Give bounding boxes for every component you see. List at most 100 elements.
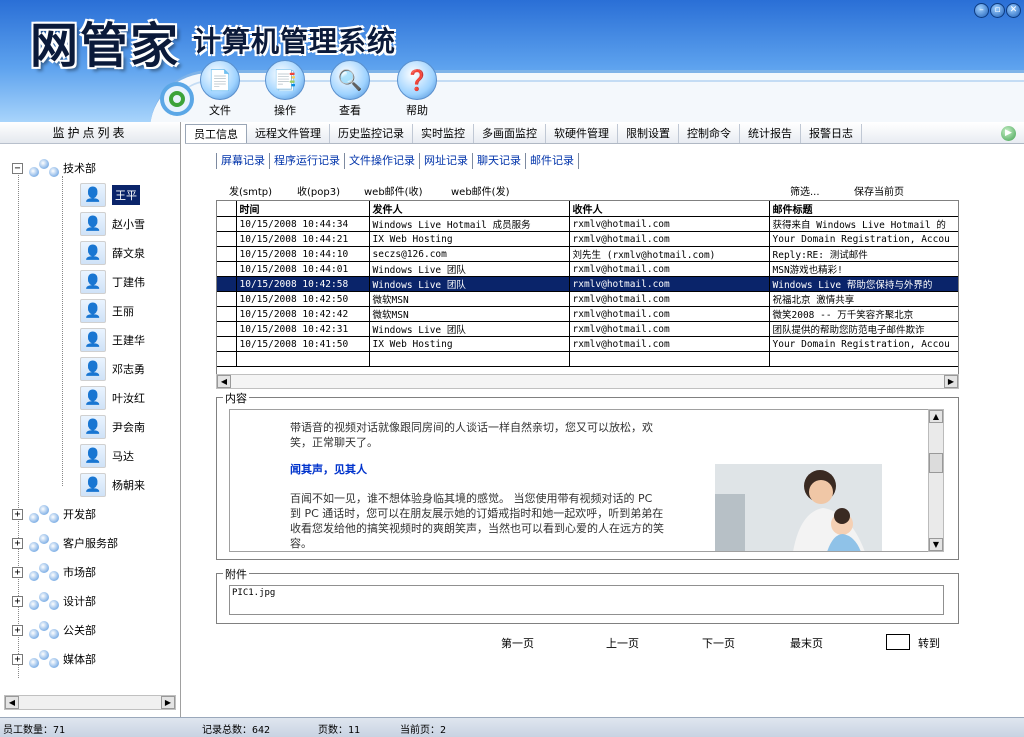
operate-button[interactable]: 📑 操作 <box>260 60 310 118</box>
scroll-left-icon[interactable]: ◀ <box>217 375 231 388</box>
table-row[interactable]: 10/15/2008 10:41:50 IX Web Hosting rxmlv@h… <box>217 336 958 352</box>
scroll-down-icon[interactable]: ▼ <box>929 538 943 551</box>
tree-member[interactable]: 👤 薛文泉 <box>80 241 145 265</box>
tab-realtime[interactable]: 实时监控 <box>413 123 474 143</box>
tree-group-tech[interactable]: − 技术部 <box>12 156 96 180</box>
tree-horizontal-scrollbar[interactable]: ◀ ▶ <box>4 695 176 710</box>
subtab-file-ops[interactable]: 文件操作记录 <box>344 153 419 169</box>
table-horizontal-scrollbar[interactable]: ◀ ▶ <box>216 374 959 389</box>
app-header: 网管家 计算机管理系统 – ▫ ✕ 📄 文件 📑 操作 🔍 查看 ❓ 帮助 <box>0 0 1024 122</box>
mail-pop3-link[interactable]: 收(pop3) <box>297 183 340 198</box>
subtab-program[interactable]: 程序运行记录 <box>269 153 344 169</box>
tree-member[interactable]: 👤 王平 <box>80 183 140 207</box>
column-header-sender[interactable]: 发件人 <box>369 201 570 217</box>
tree-group[interactable]: + 媒体部 <box>12 647 96 671</box>
tree-member[interactable]: 👤 马达 <box>80 444 134 468</box>
table-row[interactable]: 10/15/2008 10:44:21 IX Web Hosting rxmlv@h… <box>217 231 958 247</box>
attachment-legend: 附件 <box>223 566 249 582</box>
tree-member[interactable]: 👤 邓志勇 <box>80 357 145 381</box>
scroll-up-icon[interactable]: ▲ <box>929 410 943 423</box>
expand-icon[interactable]: + <box>12 595 23 607</box>
expand-icon[interactable]: + <box>12 624 23 636</box>
tab-statistics[interactable]: 统计报告 <box>740 123 801 143</box>
file-button[interactable]: 📄 文件 <box>195 60 245 118</box>
page-number-input[interactable] <box>886 634 910 650</box>
empty-cell <box>217 351 237 367</box>
next-page-button[interactable]: 下一页 <box>702 635 735 651</box>
tree-group[interactable]: + 开发部 <box>12 502 96 526</box>
operate-button-label: 操作 <box>274 104 296 117</box>
last-page-button[interactable]: 最末页 <box>790 635 823 651</box>
close-icon[interactable]: ✕ <box>1006 3 1021 18</box>
first-page-button[interactable]: 第一页 <box>501 635 534 651</box>
tree-group[interactable]: + 设计部 <box>12 589 96 613</box>
collapse-icon[interactable]: − <box>12 162 23 174</box>
scroll-left-icon[interactable]: ◀ <box>5 696 19 709</box>
save-page-button[interactable]: 保存当前页 <box>854 183 904 198</box>
scroll-right-icon[interactable]: ▶ <box>161 696 175 709</box>
webmail-recv-link[interactable]: web邮件(收) <box>364 183 422 198</box>
expand-icon[interactable]: + <box>12 508 23 520</box>
mail-smtp-link[interactable]: 发(smtp) <box>229 183 272 198</box>
tree-group[interactable]: + 市场部 <box>12 560 96 584</box>
expand-icon[interactable]: + <box>12 566 23 578</box>
tree-member[interactable]: 👤 赵小雪 <box>80 212 145 236</box>
tab-employee-info[interactable]: 员工信息 <box>185 123 247 143</box>
expand-icon[interactable]: + <box>12 537 23 549</box>
table-row[interactable]: 10/15/2008 10:42:58 Windows Live 团队 rxmlv@… <box>217 276 958 292</box>
cell-subject: Reply:RE: 测试邮件 <box>769 246 958 262</box>
table-row[interactable]: 10/15/2008 10:44:01 Windows Live 团队 rxmlv@… <box>217 261 958 277</box>
tree-member[interactable]: 👤 王建华 <box>80 328 145 352</box>
row-header-cell <box>217 261 237 277</box>
expand-icon[interactable]: + <box>12 653 23 665</box>
tab-software-hardware[interactable]: 软硬件管理 <box>546 123 618 143</box>
cell-time: 10/15/2008 10:44:21 <box>236 231 370 247</box>
tree-member[interactable]: 👤 叶汝红 <box>80 386 145 410</box>
tab-multi-screen[interactable]: 多画面监控 <box>474 123 546 143</box>
prev-page-button[interactable]: 上一页 <box>606 635 639 651</box>
table-row[interactable]: 10/15/2008 10:42:50 微软MSN rxmlv@hotmail.co… <box>217 291 958 307</box>
column-header-recipient[interactable]: 收件人 <box>569 201 770 217</box>
tree-member-label: 薛文泉 <box>112 247 145 260</box>
subtab-screen[interactable]: 屏幕记录 <box>216 153 269 169</box>
row-header-cell <box>217 231 237 247</box>
goto-button[interactable]: 转到 <box>918 635 940 651</box>
subtab-url[interactable]: 网址记录 <box>419 153 472 169</box>
scroll-right-icon[interactable]: ▶ <box>944 375 958 388</box>
tree-group-label: 媒体部 <box>63 653 96 666</box>
tabs-next-icon[interactable]: ▶ <box>1001 126 1016 141</box>
tree-group[interactable]: + 客户服务部 <box>12 531 118 555</box>
restore-icon[interactable]: ▫ <box>990 3 1005 18</box>
subtab-chat[interactable]: 聊天记录 <box>472 153 525 169</box>
content-vertical-scrollbar[interactable]: ▲ ▼ <box>928 409 944 552</box>
column-header-time[interactable]: 时间 <box>236 201 370 217</box>
table-row[interactable]: 10/15/2008 10:44:34 Windows Live Hotmail … <box>217 216 958 232</box>
tree-group[interactable]: + 公关部 <box>12 618 96 642</box>
tab-alarm-log[interactable]: 报警日志 <box>801 123 862 143</box>
tab-remote-files[interactable]: 远程文件管理 <box>247 123 330 143</box>
home-ring-icon[interactable] <box>160 82 194 116</box>
tree-member[interactable]: 👤 王丽 <box>80 299 134 323</box>
tree-group-label: 开发部 <box>63 508 96 521</box>
tab-control-commands[interactable]: 控制命令 <box>679 123 740 143</box>
tree-member[interactable]: 👤 丁建伟 <box>80 270 145 294</box>
cell-subject: 获得来自 Windows Live Hotmail 的 <box>769 216 958 232</box>
webmail-send-link[interactable]: web邮件(发) <box>451 183 509 198</box>
view-button[interactable]: 🔍 查看 <box>325 60 375 118</box>
attachment-file[interactable]: PIC1.jpg <box>232 588 275 598</box>
filter-button[interactable]: 筛选... <box>790 183 820 198</box>
column-header-subject[interactable]: 邮件标题 <box>769 201 958 217</box>
help-button[interactable]: ❓ 帮助 <box>392 60 442 118</box>
table-row[interactable]: 10/15/2008 10:42:42 微软MSN rxmlv@hotmail.co… <box>217 306 958 322</box>
table-row[interactable]: 10/15/2008 10:42:31 Windows Live 团队 rxmlv@… <box>217 321 958 337</box>
tree-member[interactable]: 👤 尹会南 <box>80 415 145 439</box>
subtab-mail[interactable]: 邮件记录 <box>525 153 579 169</box>
scroll-thumb[interactable] <box>929 453 943 473</box>
tab-history[interactable]: 历史监控记录 <box>330 123 413 143</box>
tab-restrictions[interactable]: 限制设置 <box>618 123 679 143</box>
table-row-empty <box>217 351 958 367</box>
empty-cell <box>369 351 570 367</box>
tree-member[interactable]: 👤 杨朝来 <box>80 473 145 497</box>
table-row[interactable]: 10/15/2008 10:44:10 seczs@126.com 刘先生 (rxm… <box>217 246 958 262</box>
minimize-icon[interactable]: – <box>974 3 989 18</box>
